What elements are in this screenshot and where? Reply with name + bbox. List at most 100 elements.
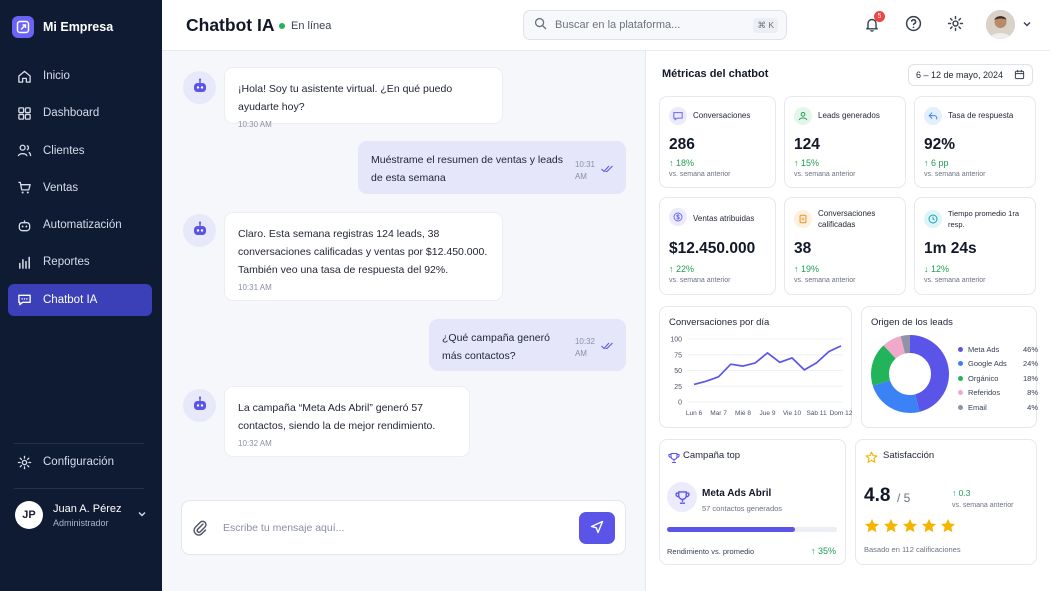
message-meta: 10:32 AM xyxy=(575,336,613,360)
metric-change: ↓ 12% xyxy=(924,264,950,274)
metric-sub: vs. semana anterior xyxy=(669,277,731,284)
sidebar-nav: Inicio Dashboard Clientes Ventas Automat… xyxy=(8,60,152,321)
line-chart: 0 25 50 75 100 Lun 6 Mar 7 Mié 8 Jue 9 Vie 10 Sáb … xyxy=(670,337,852,418)
metric-card-tasa-respuesta[interactable]: Tasa de respuesta 92% ↑ 6 pp vs. semana … xyxy=(914,96,1036,188)
metric-value: $12.450.000 xyxy=(669,240,756,257)
campaign-footer-change: ↑ 35% xyxy=(810,546,836,556)
x-tick-label: Jue 9 xyxy=(760,410,776,417)
sidebar-item-configuracion[interactable]: Configuración xyxy=(16,454,114,470)
satisfaction-change-sub: vs. semana anterior xyxy=(952,502,1014,509)
star-rating xyxy=(864,518,956,537)
sidebar-item-clientes[interactable]: Clientes xyxy=(8,135,152,167)
line-chart-card: Conversaciones por día 0 25 50 75 100 Lun 6 Ma… xyxy=(659,306,853,428)
campaign-footer-label: Rendimiento vs. promedio xyxy=(667,547,755,556)
metric-value: 286 xyxy=(669,136,695,153)
campaign-card[interactable]: Campaña top Meta Ads Abril 57 contactos … xyxy=(659,439,846,565)
sidebar-item-automatizacion[interactable]: Automatización xyxy=(8,209,152,241)
chat-message-bot: Claro. Esta semana registras 124 leads, … xyxy=(224,212,503,301)
legend-item: Meta Ads 46% xyxy=(958,342,1038,357)
chevron-down-icon[interactable] xyxy=(1022,19,1032,32)
sidebar-item-label: Ventas xyxy=(43,181,79,194)
metric-change: ↑ 18% xyxy=(669,158,695,168)
legend-value: 18% xyxy=(1022,373,1038,383)
clock-icon xyxy=(924,210,942,228)
brand[interactable]: Mi Empresa xyxy=(12,16,113,38)
metric-card-calificadas[interactable]: Conversaciones calificadas 38 ↑ 19% vs. … xyxy=(784,197,906,295)
metric-card-tiempo-promedio[interactable]: Tiempo promedio 1ra resp. 1m 24s ↓ 12% v… xyxy=(914,197,1036,295)
users-icon xyxy=(16,143,32,159)
robot-icon xyxy=(191,77,209,98)
home-icon xyxy=(16,68,32,84)
robot-icon xyxy=(191,220,209,241)
y-tick-label: 100 xyxy=(670,337,682,344)
grid-icon xyxy=(16,105,32,121)
x-tick-label: Mar 7 xyxy=(710,410,727,417)
satisfaction-max: / 5 xyxy=(897,491,911,505)
legend-label: Google Ads xyxy=(968,359,1007,369)
settings-button[interactable] xyxy=(945,15,965,35)
sidebar: Mi Empresa Inicio Dashboard Clientes Ven… xyxy=(0,0,162,591)
metric-card-conversaciones[interactable]: Conversaciones 286 ↑ 18% vs. semana ante… xyxy=(659,96,776,188)
notifications-button[interactable]: 5 xyxy=(862,11,885,35)
card-title: Campaña top xyxy=(683,450,741,461)
legend-label: Referidos xyxy=(968,388,1001,398)
metric-value: 38 xyxy=(794,240,812,257)
campaign-progress-fill xyxy=(667,527,795,532)
message-time: 10:32 AM xyxy=(574,337,595,358)
paperclip-icon[interactable] xyxy=(192,519,208,540)
reply-icon xyxy=(924,107,942,125)
legend-value: 46% xyxy=(1022,344,1038,354)
series-line xyxy=(693,345,842,386)
legend-dot xyxy=(958,361,963,367)
topbar: Chatbot IA En línea Buscar en la platafo… xyxy=(162,0,1050,51)
users-icon xyxy=(794,107,812,125)
chat-message-user: ¿Qué campaña generó más contactos? 10:32… xyxy=(429,319,626,371)
star-outline-icon xyxy=(865,451,878,467)
user-menu[interactable]: JP Juan A. Pérez Administrador xyxy=(15,501,147,529)
star-icon xyxy=(940,518,956,537)
legend-label: Orgánico xyxy=(968,373,999,383)
avatar[interactable] xyxy=(986,10,1015,39)
bot-avatar xyxy=(183,214,216,247)
metric-change: ↑ 15% xyxy=(794,158,820,168)
star-icon xyxy=(883,518,899,537)
notification-badge: 5 xyxy=(874,11,885,22)
message-time: 10:30 AM xyxy=(238,120,272,129)
sidebar-item-label: Clientes xyxy=(43,144,85,157)
panel-title: Métricas del chatbot xyxy=(662,68,769,80)
campaign-contacts: 57 contactos generados xyxy=(702,504,783,513)
y-tick-label: 50 xyxy=(674,368,682,375)
x-tick-label: Lun 6 xyxy=(686,410,703,417)
metric-sub: vs. semana anterior xyxy=(669,171,731,178)
satisfaction-footer: Basado en 112 calificaciones xyxy=(864,545,961,554)
metric-label: Leads generados xyxy=(818,111,880,120)
donut-chart-card: Origen de los leads Meta Ads 46% Google Ad… xyxy=(861,306,1038,428)
chat-message-user: Muéstrame el resumen de ventas y leads d… xyxy=(358,141,626,194)
message-text: ¿Qué campaña generó más contactos? xyxy=(442,331,550,362)
status-indicator: En línea xyxy=(279,20,331,32)
sidebar-item-chatbot-ia[interactable]: Chatbot IA xyxy=(8,283,152,316)
help-icon xyxy=(905,15,922,35)
sidebar-item-ventas[interactable]: Ventas xyxy=(8,172,152,204)
chat-message-bot: ¡Hola! Soy tu asistente virtual. ¿En qué… xyxy=(224,67,503,129)
message-text: Claro. Esta semana registras 124 leads, … xyxy=(238,228,488,276)
double-check-icon xyxy=(601,342,613,354)
send-button[interactable] xyxy=(579,512,615,544)
settings-label: Configuración xyxy=(43,456,114,468)
star-icon xyxy=(921,518,937,537)
date-range-picker[interactable]: 6 – 12 de mayo, 2024 xyxy=(908,64,1033,86)
metric-card-leads[interactable]: Leads generados 124 ↑ 15% vs. semana ant… xyxy=(784,96,906,188)
sidebar-item-label: Inicio xyxy=(43,70,70,82)
chevron-down-icon[interactable] xyxy=(137,509,147,522)
sidebar-item-reportes[interactable]: Reportes xyxy=(8,246,152,278)
message-time: 10:32 AM xyxy=(238,439,272,448)
chat-bubble-icon xyxy=(669,107,687,125)
sidebar-item-inicio[interactable]: Inicio xyxy=(8,60,152,92)
sidebar-item-dashboard[interactable]: Dashboard xyxy=(8,97,152,129)
metric-card-ventas[interactable]: Ventas atribuidas $12.450.000 ↑ 22% vs. … xyxy=(659,197,776,295)
metric-label: Tiempo promedio 1ra resp. xyxy=(948,209,1020,229)
search-input[interactable]: Buscar en la plataforma... ⌘ K xyxy=(523,10,787,40)
help-button[interactable] xyxy=(903,15,923,35)
message-input[interactable]: Escribe tu mensaje aquí... xyxy=(223,522,344,534)
satisfaction-card[interactable]: Satisfacción 4.8 / 5 ↑ 0.3 vs. semana an… xyxy=(855,439,1037,565)
